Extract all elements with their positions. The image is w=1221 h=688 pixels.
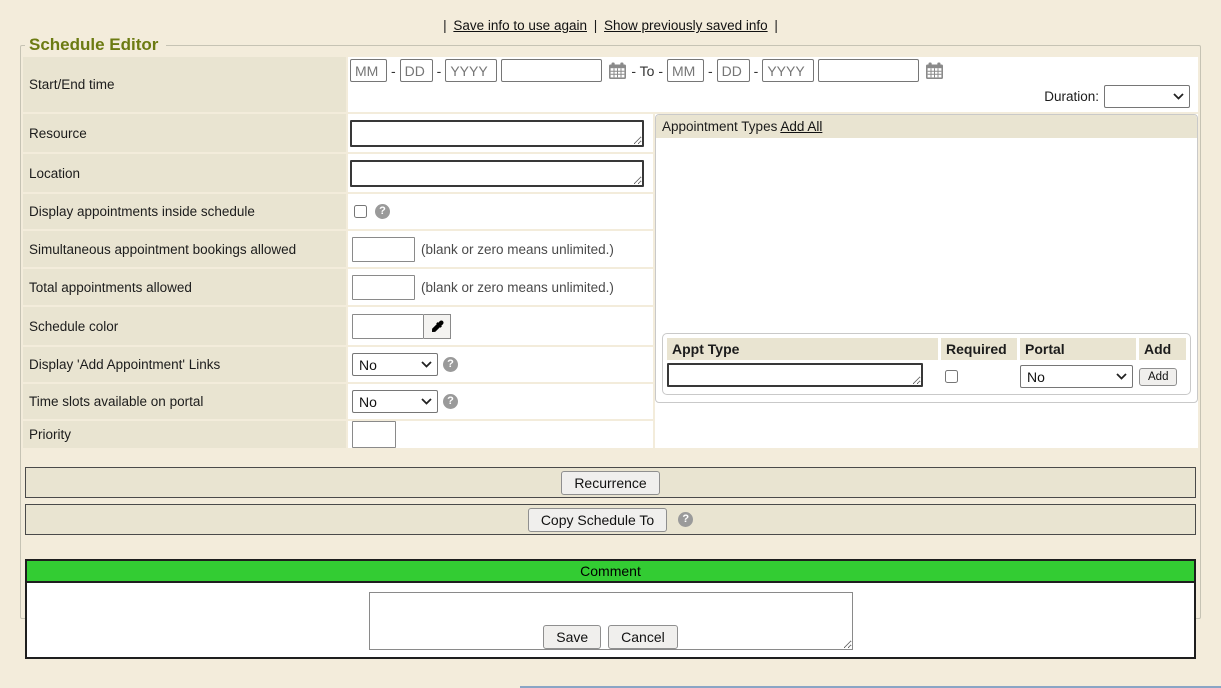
appointment-types-list (656, 138, 1197, 328)
help-icon[interactable]: ? (375, 204, 390, 219)
resource-input[interactable] (350, 120, 644, 147)
start-year-input[interactable] (445, 59, 497, 82)
help-icon[interactable]: ? (443, 394, 458, 409)
appointment-types-panel: Appointment Types Add All Appt Type Requ… (655, 114, 1198, 403)
duration-select[interactable] (1104, 85, 1190, 108)
date-dash: - (754, 63, 759, 79)
total-allowed-label: Total appointments allowed (23, 269, 346, 305)
schedule-form: Start/End time - - - To (23, 57, 1198, 448)
required-column-header: Required (941, 338, 1017, 360)
resource-cell (348, 114, 653, 152)
start-day-input[interactable] (400, 59, 433, 82)
location-cell (348, 154, 653, 192)
chevron-down-icon (1116, 373, 1127, 380)
add-appt-links-cell: No ? (348, 347, 653, 382)
appt-type-input[interactable] (667, 363, 923, 387)
display-inside-cell: ? (348, 194, 653, 229)
calendar-icon[interactable] (608, 62, 627, 80)
location-input[interactable] (350, 160, 644, 187)
footer-actions: Save Cancel (0, 625, 1221, 649)
schedule-color-label: Schedule color (23, 307, 346, 345)
schedule-color-cell (348, 307, 653, 345)
recurrence-button[interactable]: Recurrence (561, 471, 659, 495)
cancel-button[interactable]: Cancel (608, 625, 678, 649)
eyedropper-icon (431, 320, 444, 333)
location-label: Location (23, 154, 346, 192)
end-month-input[interactable] (667, 59, 704, 82)
end-day-input[interactable] (717, 59, 750, 82)
date-dash: - (437, 63, 442, 79)
required-checkbox[interactable] (945, 370, 958, 383)
save-info-link[interactable]: Save info to use again (453, 18, 587, 33)
appt-type-input-row: No Add (667, 363, 1186, 390)
appt-type-column-header: Appt Type (667, 338, 938, 360)
simultaneous-input[interactable] (352, 237, 415, 262)
recurrence-bar: Recurrence (25, 467, 1196, 498)
top-links-bar: | Save info to use again | Show previous… (0, 0, 1221, 33)
pipe-separator: | (774, 18, 778, 33)
priority-input[interactable] (352, 421, 396, 448)
total-allowed-cell: (blank or zero means unlimited.) (348, 269, 653, 305)
display-inside-checkbox[interactable] (354, 205, 367, 218)
display-inside-label: Display appointments inside schedule (23, 194, 346, 229)
chevron-down-icon (421, 398, 432, 405)
time-slots-label: Time slots available on portal (23, 384, 346, 419)
add-appt-links-label: Display 'Add Appointment' Links (23, 347, 346, 382)
total-allowed-note: (blank or zero means unlimited.) (421, 280, 614, 295)
copy-schedule-bar: Copy Schedule To ? (25, 504, 1196, 535)
appointment-types-cell: Appointment Types Add All Appt Type Requ… (655, 114, 1198, 448)
start-month-input[interactable] (350, 59, 387, 82)
simultaneous-label: Simultaneous appointment bookings allowe… (23, 231, 346, 267)
portal-select[interactable]: No (1020, 365, 1133, 388)
pipe-separator: | (594, 18, 598, 33)
resource-label: Resource (23, 114, 346, 152)
schedule-editor-panel: Schedule Editor Start/End time - - (20, 35, 1201, 619)
total-allowed-input[interactable] (352, 275, 415, 300)
save-button[interactable]: Save (543, 625, 601, 649)
priority-cell (348, 421, 653, 448)
simultaneous-note: (blank or zero means unlimited.) (421, 242, 614, 257)
appointment-types-header: Appointment Types Add All (656, 115, 1197, 138)
appt-type-header-row: Appt Type Required Portal Add (667, 338, 1186, 360)
add-all-link[interactable]: Add All (780, 119, 822, 134)
add-appt-links-select[interactable]: No (352, 353, 438, 376)
start-end-label: Start/End time (23, 57, 346, 112)
pipe-separator: | (443, 18, 447, 33)
start-end-cell: - - - To - - - (348, 57, 1198, 112)
chevron-down-icon (421, 361, 432, 368)
calendar-icon[interactable] (925, 62, 944, 80)
simultaneous-cell: (blank or zero means unlimited.) (348, 231, 653, 267)
add-appt-type-button[interactable]: Add (1139, 368, 1177, 386)
chevron-down-icon (1173, 93, 1184, 100)
to-separator: - To - (631, 63, 663, 79)
show-previously-saved-link[interactable]: Show previously saved info (604, 18, 768, 33)
portal-column-header: Portal (1020, 338, 1136, 360)
end-time-input[interactable] (818, 59, 919, 82)
help-icon[interactable]: ? (443, 357, 458, 372)
appt-type-table: Appt Type Required Portal Add No (662, 333, 1191, 395)
page-title: Schedule Editor (25, 35, 166, 55)
duration-label: Duration: (1044, 89, 1099, 104)
schedule-color-input[interactable] (352, 314, 424, 339)
copy-schedule-to-button[interactable]: Copy Schedule To (528, 508, 667, 532)
help-icon[interactable]: ? (678, 512, 693, 527)
date-dash: - (391, 63, 396, 79)
color-picker-button[interactable] (424, 314, 451, 339)
appointment-types-title: Appointment Types (662, 119, 777, 134)
end-year-input[interactable] (762, 59, 814, 82)
date-dash: - (708, 63, 713, 79)
priority-label: Priority (23, 421, 346, 448)
comment-header: Comment (27, 561, 1194, 581)
time-slots-cell: No ? (348, 384, 653, 419)
add-column-header: Add (1139, 338, 1186, 360)
start-time-input[interactable] (501, 59, 602, 82)
time-slots-select[interactable]: No (352, 390, 438, 413)
